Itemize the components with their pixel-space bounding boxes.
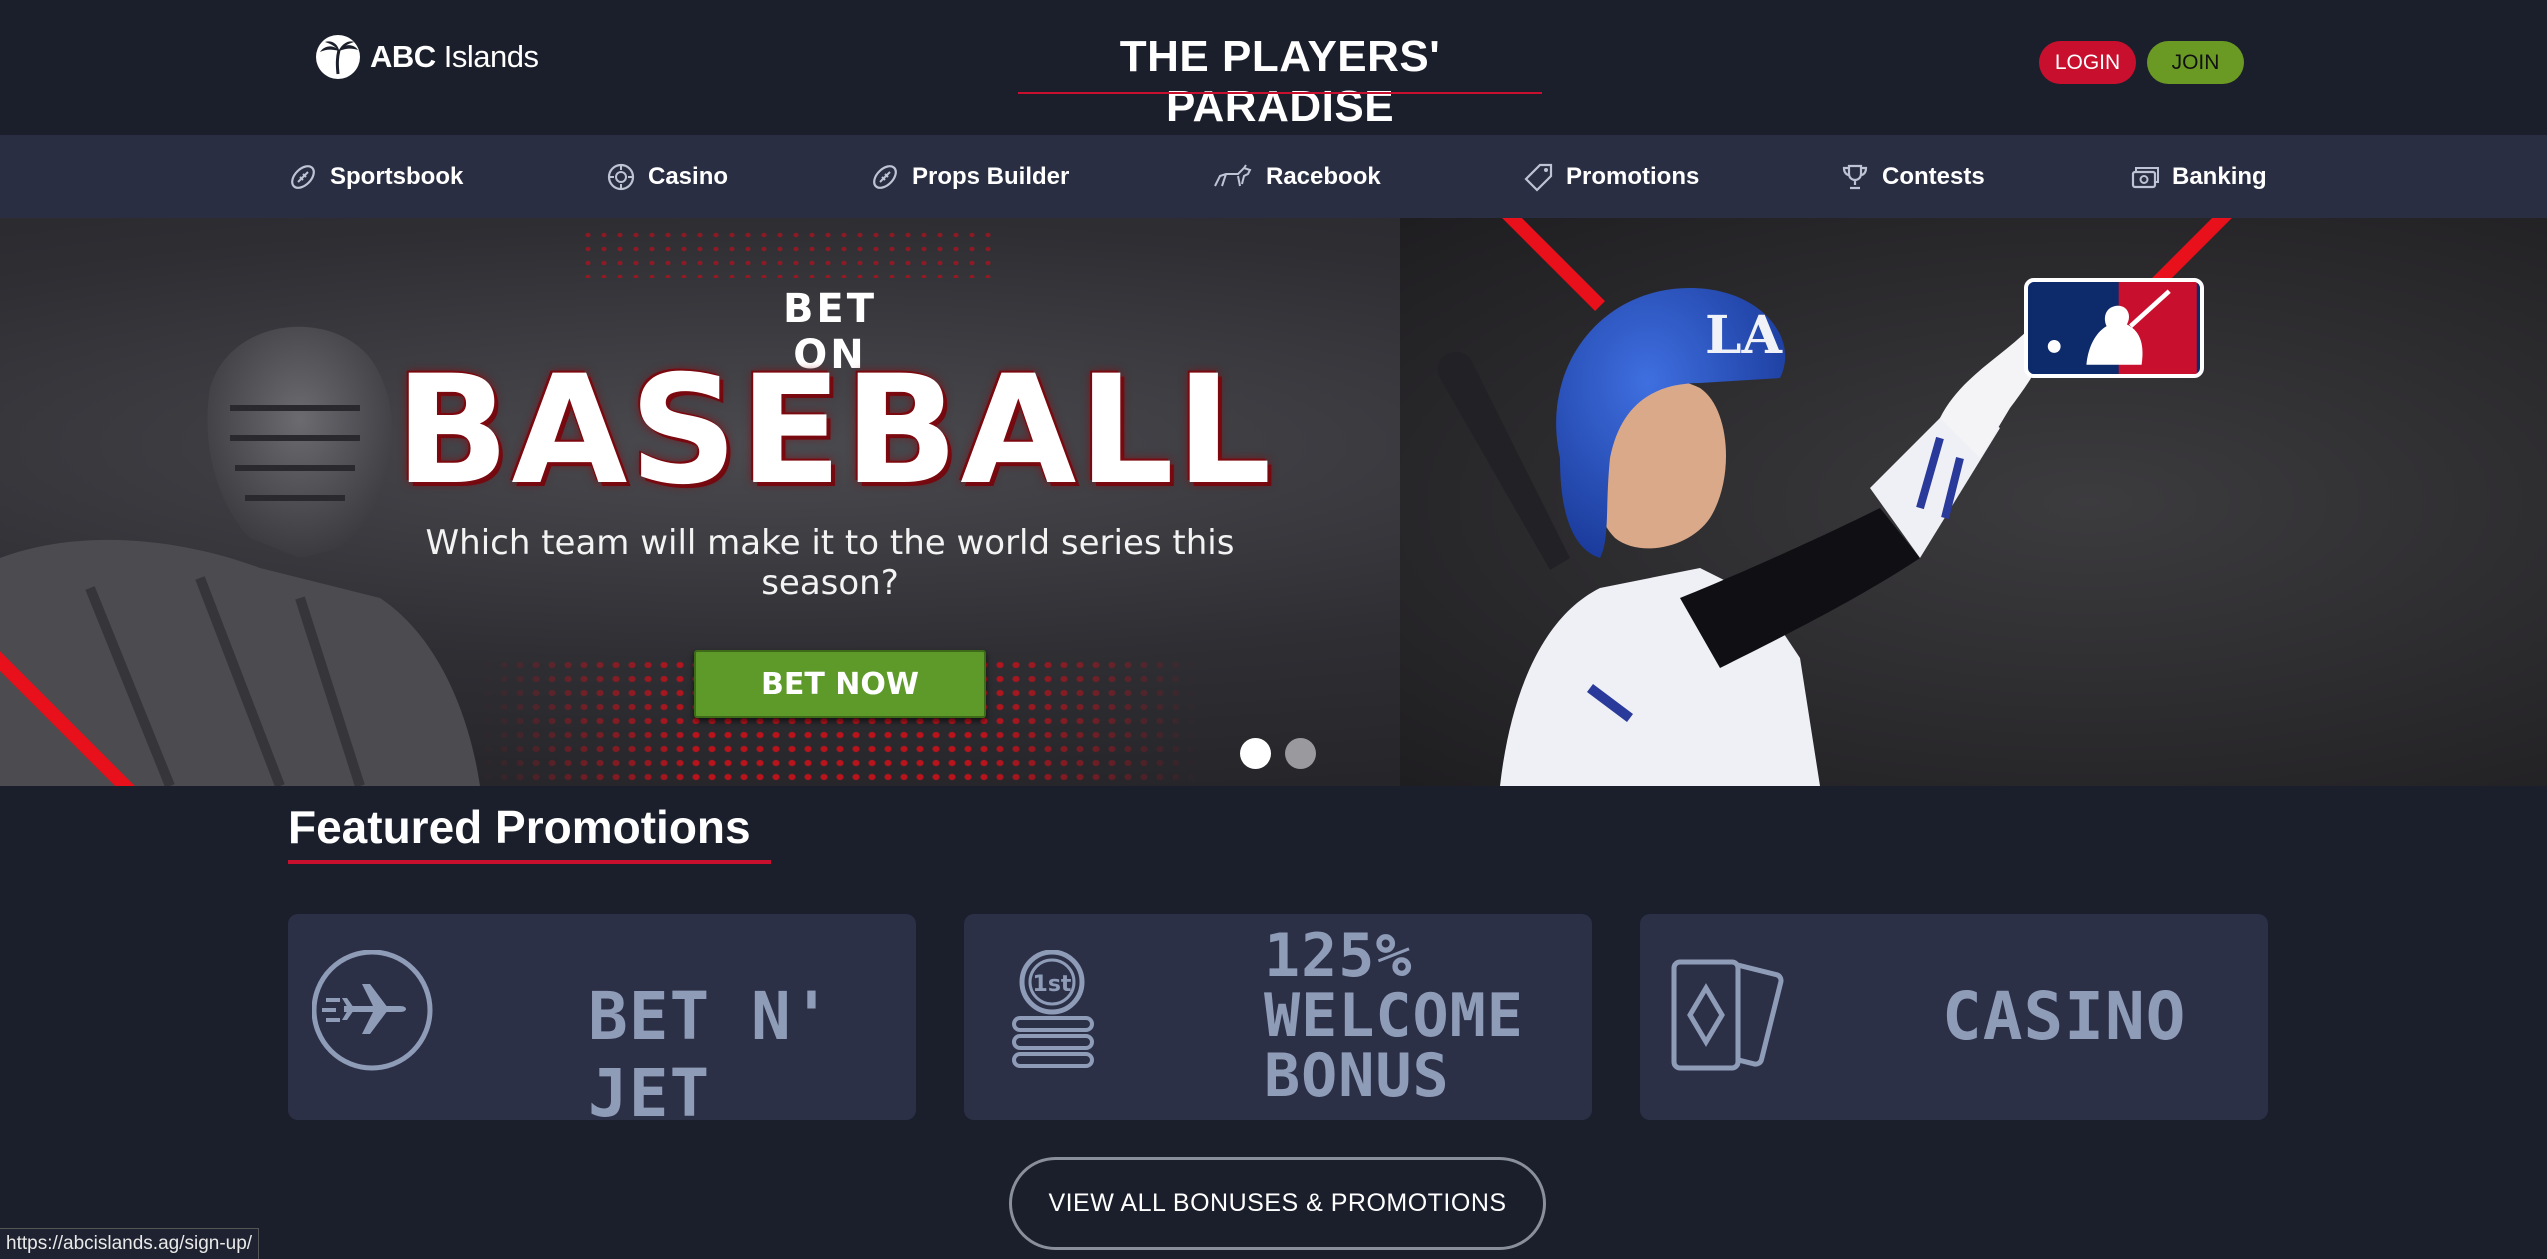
svg-text:LA: LA — [1705, 305, 1783, 366]
nav-item-label: Casino — [648, 162, 729, 190]
view-all-promotions-button[interactable]: VIEW ALL BONUSES & PROMOTIONS — [1009, 1157, 1546, 1250]
hero-tagline: Which team will make it to the world ser… — [425, 523, 1235, 603]
main-nav: Sportsbook Casino Props Builder Racebook… — [0, 135, 2547, 218]
nav-item-sportsbook[interactable]: Sportsbook — [288, 135, 463, 218]
palm-tree-logo-icon — [316, 35, 360, 79]
promo-card-welcome-bonus[interactable]: 1st 125% WELCOME BONUS — [964, 914, 1592, 1120]
site-logo[interactable]: ABC Islands — [312, 34, 539, 80]
title-underline — [1018, 92, 1542, 94]
nav-item-label: Sportsbook — [330, 162, 464, 190]
first-place-coins-icon: 1st — [1012, 950, 1094, 1068]
nav-item-label: Contests — [1882, 162, 1985, 190]
logo-text: ABC Islands — [370, 39, 539, 74]
hero-title: BASEBALL — [395, 344, 1274, 518]
nav-item-label: Promotions — [1566, 162, 1700, 190]
airplane-icon — [312, 950, 433, 1071]
trophy-icon — [1840, 162, 1870, 192]
football-icon — [288, 162, 318, 192]
coin-label: 1st — [1033, 972, 1072, 997]
nav-item-casino[interactable]: Casino — [606, 135, 728, 218]
nav-item-racebook[interactable]: Racebook — [1212, 135, 1381, 218]
mlb-logo — [2024, 278, 2204, 378]
bet-now-button[interactable]: BET NOW — [694, 650, 986, 718]
nav-item-promotions[interactable]: Promotions — [1524, 135, 1699, 218]
status-bar-url: https://abcislands.ag/sign-up/ — [0, 1228, 260, 1259]
chip-icon — [606, 162, 636, 192]
nav-item-props-builder[interactable]: Props Builder — [870, 135, 1069, 218]
featured-promotions-heading: Featured Promotions — [288, 801, 751, 853]
promo-card-bet-n-jet[interactable]: BET N' JET — [288, 914, 916, 1132]
nav-item-label: Banking — [2172, 162, 2267, 190]
hero-banner[interactable]: LA BET ON BASEBALL Which team will make … — [0, 218, 2547, 786]
horse-icon — [1212, 162, 1254, 192]
login-button[interactable]: LOGIN — [2039, 41, 2136, 84]
cash-icon — [2130, 162, 2160, 192]
promo-label: 125% WELCOME BONUS — [1264, 921, 1524, 1111]
slider-dot-1[interactable] — [1240, 738, 1271, 769]
promo-card-casino[interactable]: CASINO — [1640, 914, 2268, 1120]
join-button[interactable]: JOIN — [2147, 41, 2244, 84]
nav-item-banking[interactable]: Banking — [2130, 135, 2267, 218]
playing-cards-icon — [1671, 959, 1784, 1071]
heading-underline — [288, 860, 771, 864]
promo-label: BET N' JET — [588, 978, 833, 1132]
nav-item-label: Props Builder — [912, 162, 1070, 190]
site-header: ABC Islands THE PLAYERS' PARADISE LOGIN … — [0, 0, 2547, 135]
slider-dot-2[interactable] — [1285, 738, 1316, 769]
nav-item-contests[interactable]: Contests — [1840, 135, 1985, 218]
site-title: THE PLAYERS' PARADISE — [1119, 32, 1441, 131]
promo-label: CASINO — [1942, 978, 2187, 1055]
football-icon — [870, 162, 900, 192]
tag-icon — [1524, 162, 1554, 192]
halftone-dots — [580, 228, 1000, 278]
nav-item-label: Racebook — [1266, 162, 1381, 190]
